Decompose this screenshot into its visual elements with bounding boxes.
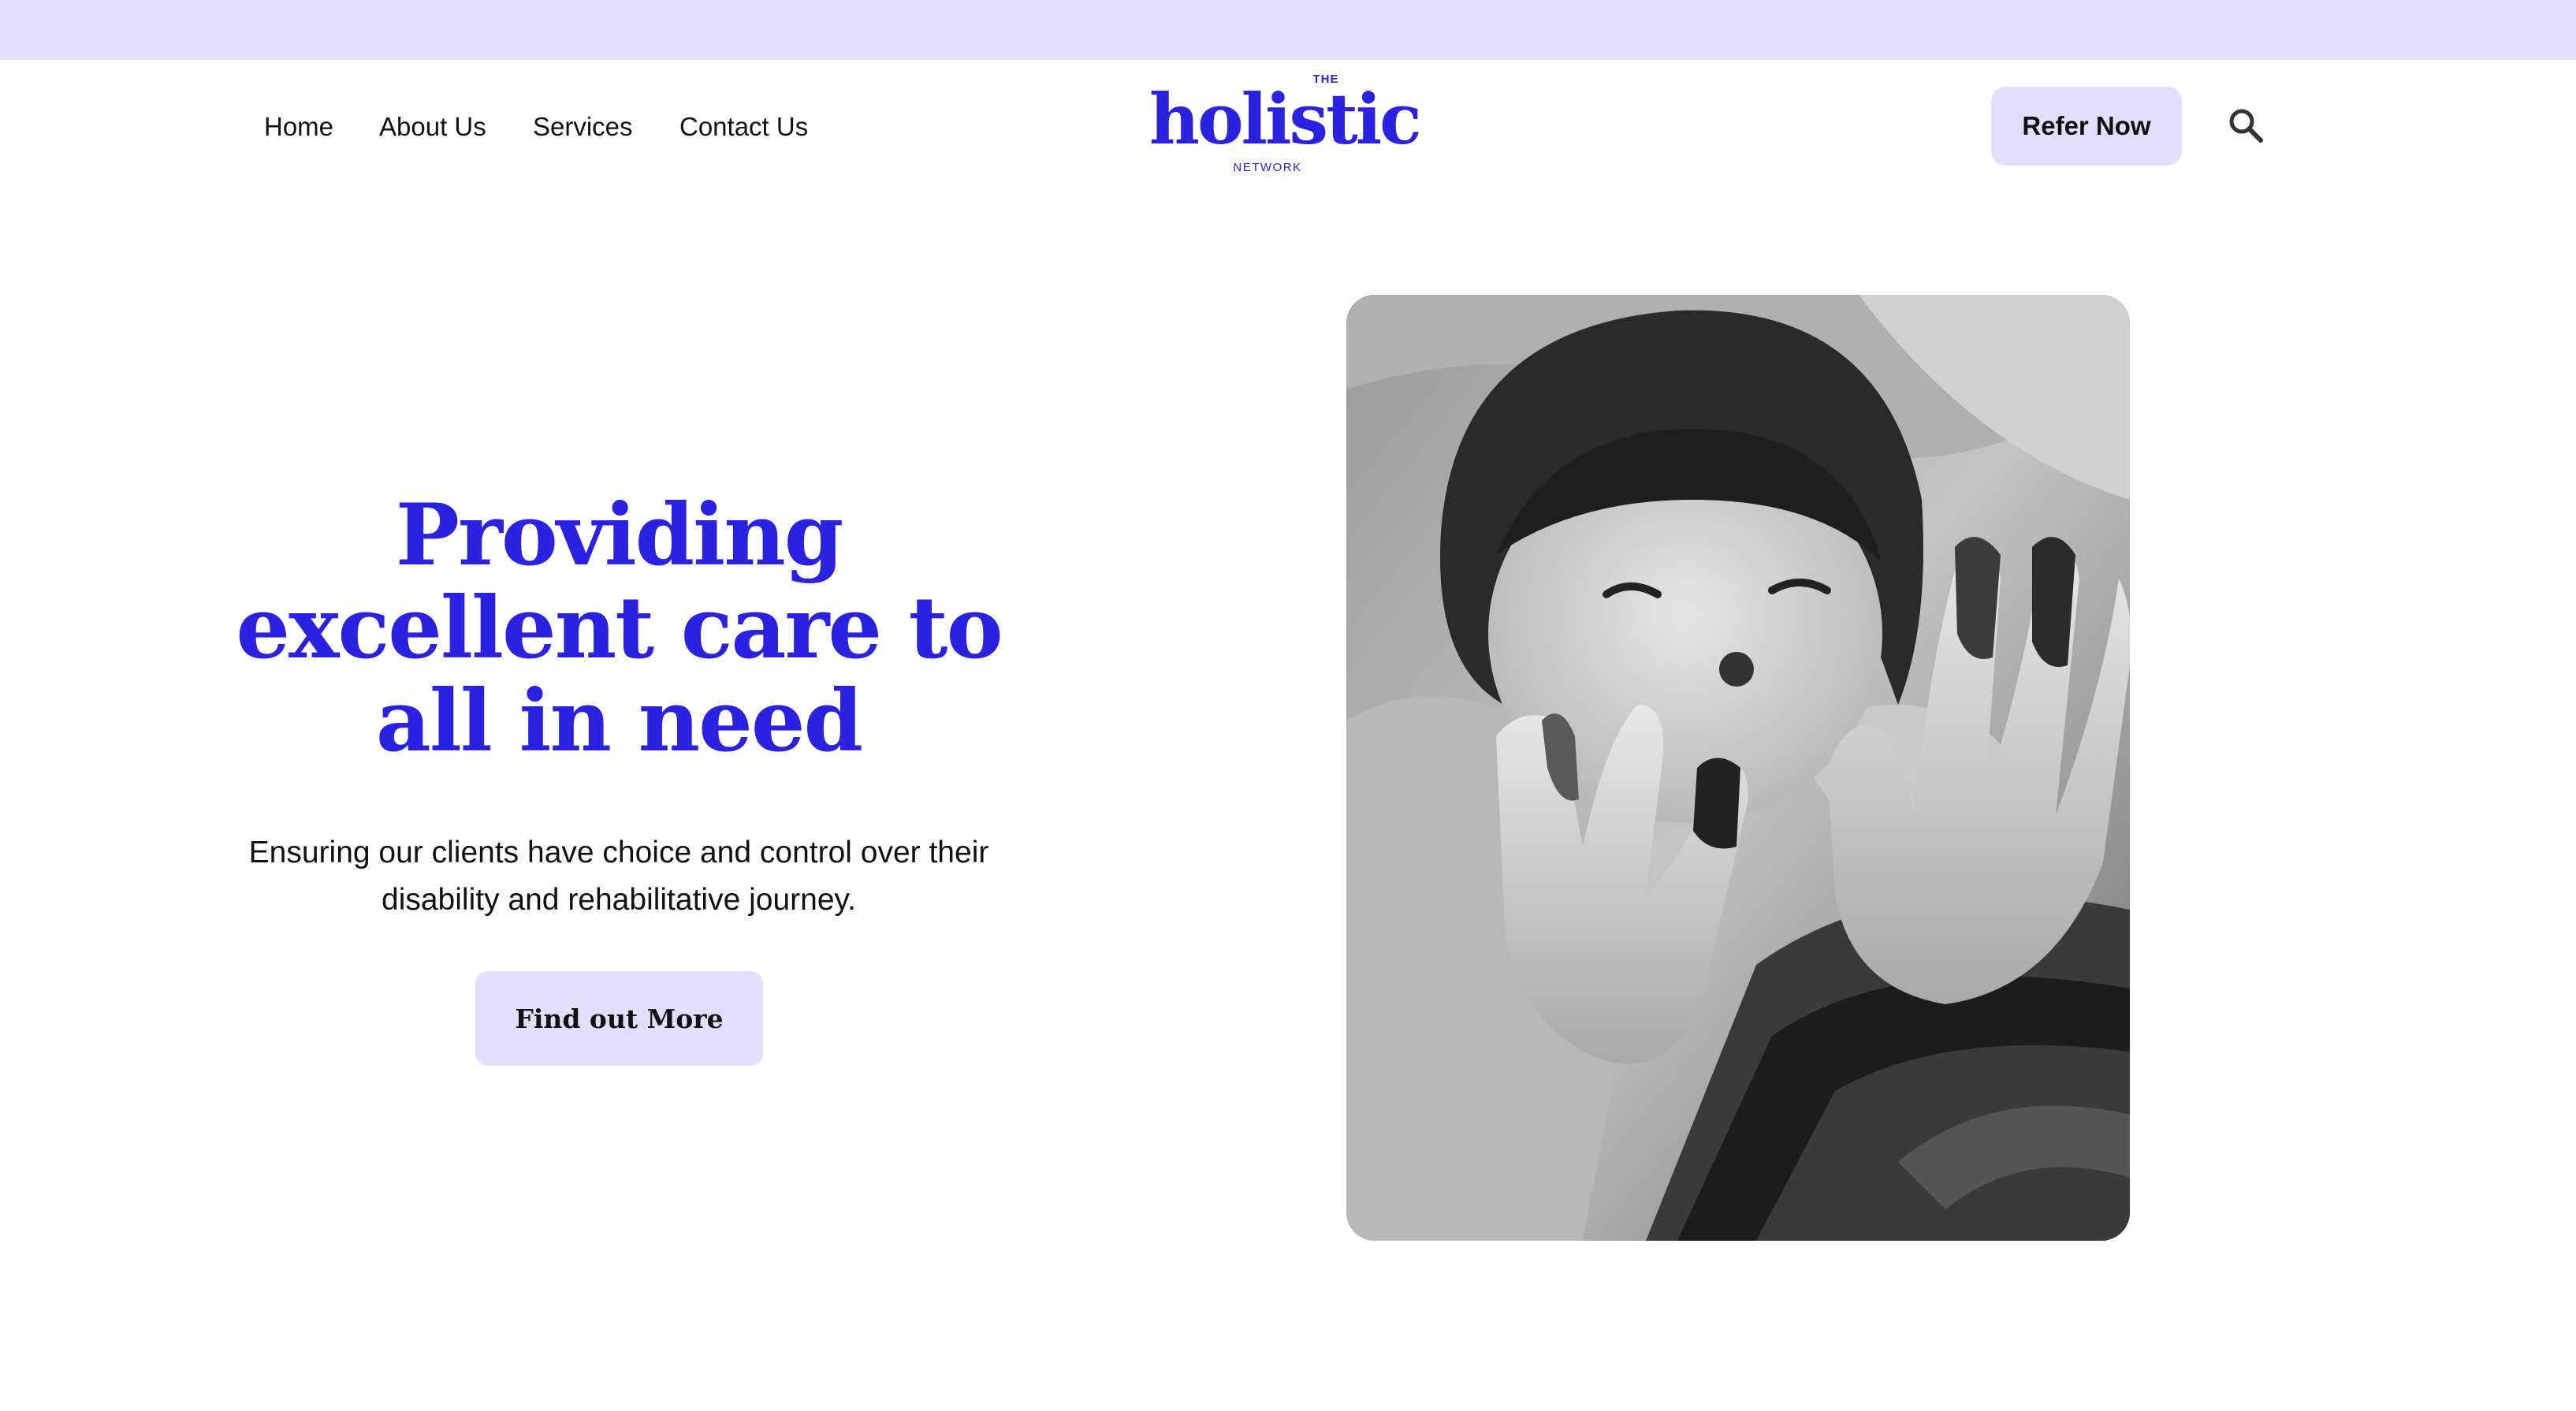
nav-services-link[interactable]: Services [533, 110, 633, 143]
hero-title: Providing excellent care to all in need [236, 486, 1003, 771]
nav-contact-link[interactable]: Contact Us [679, 110, 808, 143]
hero-image [1346, 295, 2130, 1241]
brand-logo[interactable]: THE holistic NETWORK [1149, 73, 1422, 181]
refer-now-button[interactable]: Refer Now [1991, 87, 2182, 166]
logo-suffix: NETWORK [1233, 161, 1302, 174]
logo-wordmark: holistic [1149, 78, 1422, 160]
hero-subtitle: Ensuring our clients have choice and con… [248, 836, 989, 917]
nav-home-link[interactable]: Home [264, 110, 333, 143]
search-icon[interactable] [2228, 107, 2264, 143]
find-out-more-button[interactable]: Find out More [475, 971, 763, 1066]
nav-about-link[interactable]: About Us [379, 110, 486, 143]
announcement-bar [0, 0, 2576, 60]
